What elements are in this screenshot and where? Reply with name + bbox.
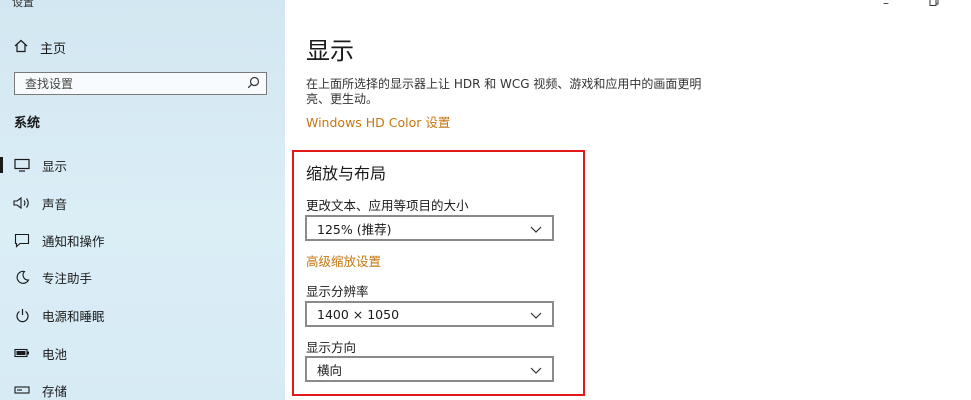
sidebar-item-storage[interactable]: 存储 <box>0 373 285 400</box>
storage-icon <box>13 381 31 399</box>
speaker-icon <box>13 194 31 212</box>
minimize-icon[interactable]: – <box>883 0 889 10</box>
chevron-down-icon <box>530 362 542 377</box>
sidebar-item-label: 存储 <box>42 383 68 399</box>
window-title: 设置 <box>12 0 34 9</box>
chevron-down-icon <box>530 221 542 236</box>
sidebar-item-label: 专注助手 <box>42 270 93 286</box>
sidebar-item-sound[interactable]: 声音 <box>0 186 285 220</box>
sidebar-item-label: 通知和操作 <box>42 233 105 249</box>
sidebar-item-battery[interactable]: 电池 <box>0 336 285 370</box>
sidebar-item-focus-assist[interactable]: 专注助手 <box>0 260 285 294</box>
orientation-dropdown[interactable]: 横向 <box>305 356 554 382</box>
scale-label: 更改文本、应用等项目的大小 <box>306 198 469 213</box>
advanced-scaling-link[interactable]: 高级缩放设置 <box>306 251 381 270</box>
sidebar-item-label: 显示 <box>42 158 68 174</box>
power-icon <box>13 306 31 324</box>
home-icon <box>14 39 40 57</box>
scale-dropdown[interactable]: 125% (推荐) <box>305 215 554 241</box>
sidebar-home[interactable]: 主页 <box>14 38 66 57</box>
monitor-icon <box>13 156 31 174</box>
sidebar-item-notifications[interactable]: 通知和操作 <box>0 223 285 257</box>
scale-value: 125% (推荐) <box>317 221 392 237</box>
sidebar: 设置 主页 系统 显示 声音 通知和操作 专注助手 <box>0 0 285 400</box>
sidebar-item-label: 电池 <box>42 346 68 362</box>
resolution-value: 1400 × 1050 <box>317 306 400 322</box>
orientation-label: 显示方向 <box>306 340 357 355</box>
restore-icon[interactable] <box>929 0 939 10</box>
sidebar-home-label: 主页 <box>40 42 67 57</box>
search-input[interactable] <box>25 76 225 91</box>
sidebar-item-display[interactable]: 显示 <box>0 148 285 182</box>
message-icon <box>13 231 31 249</box>
page-title: 显示 <box>306 37 354 65</box>
search-icon[interactable] <box>247 74 260 93</box>
main-content: – 显示 在上面所选择的显示器上让 HDR 和 WCG 视频、游戏和应用中的画面… <box>285 0 971 400</box>
sidebar-item-label: 声音 <box>42 196 68 212</box>
resolution-dropdown[interactable]: 1400 × 1050 <box>305 301 554 327</box>
sidebar-item-power-sleep[interactable]: 电源和睡眠 <box>0 298 285 332</box>
chevron-down-icon <box>530 307 542 322</box>
group-title: 缩放与布局 <box>306 164 387 183</box>
hd-color-settings-link[interactable]: Windows HD Color 设置 <box>306 112 450 131</box>
battery-icon <box>13 344 31 362</box>
section-title: 系统 <box>14 116 41 131</box>
orientation-value: 横向 <box>317 362 343 378</box>
moon-icon <box>13 268 31 286</box>
page-description: 在上面所选择的显示器上让 HDR 和 WCG 视频、游戏和应用中的画面更明亮、更… <box>306 77 702 106</box>
sidebar-item-label: 电源和睡眠 <box>42 308 105 324</box>
resolution-label: 显示分辨率 <box>306 284 369 299</box>
search-box[interactable] <box>14 72 267 95</box>
